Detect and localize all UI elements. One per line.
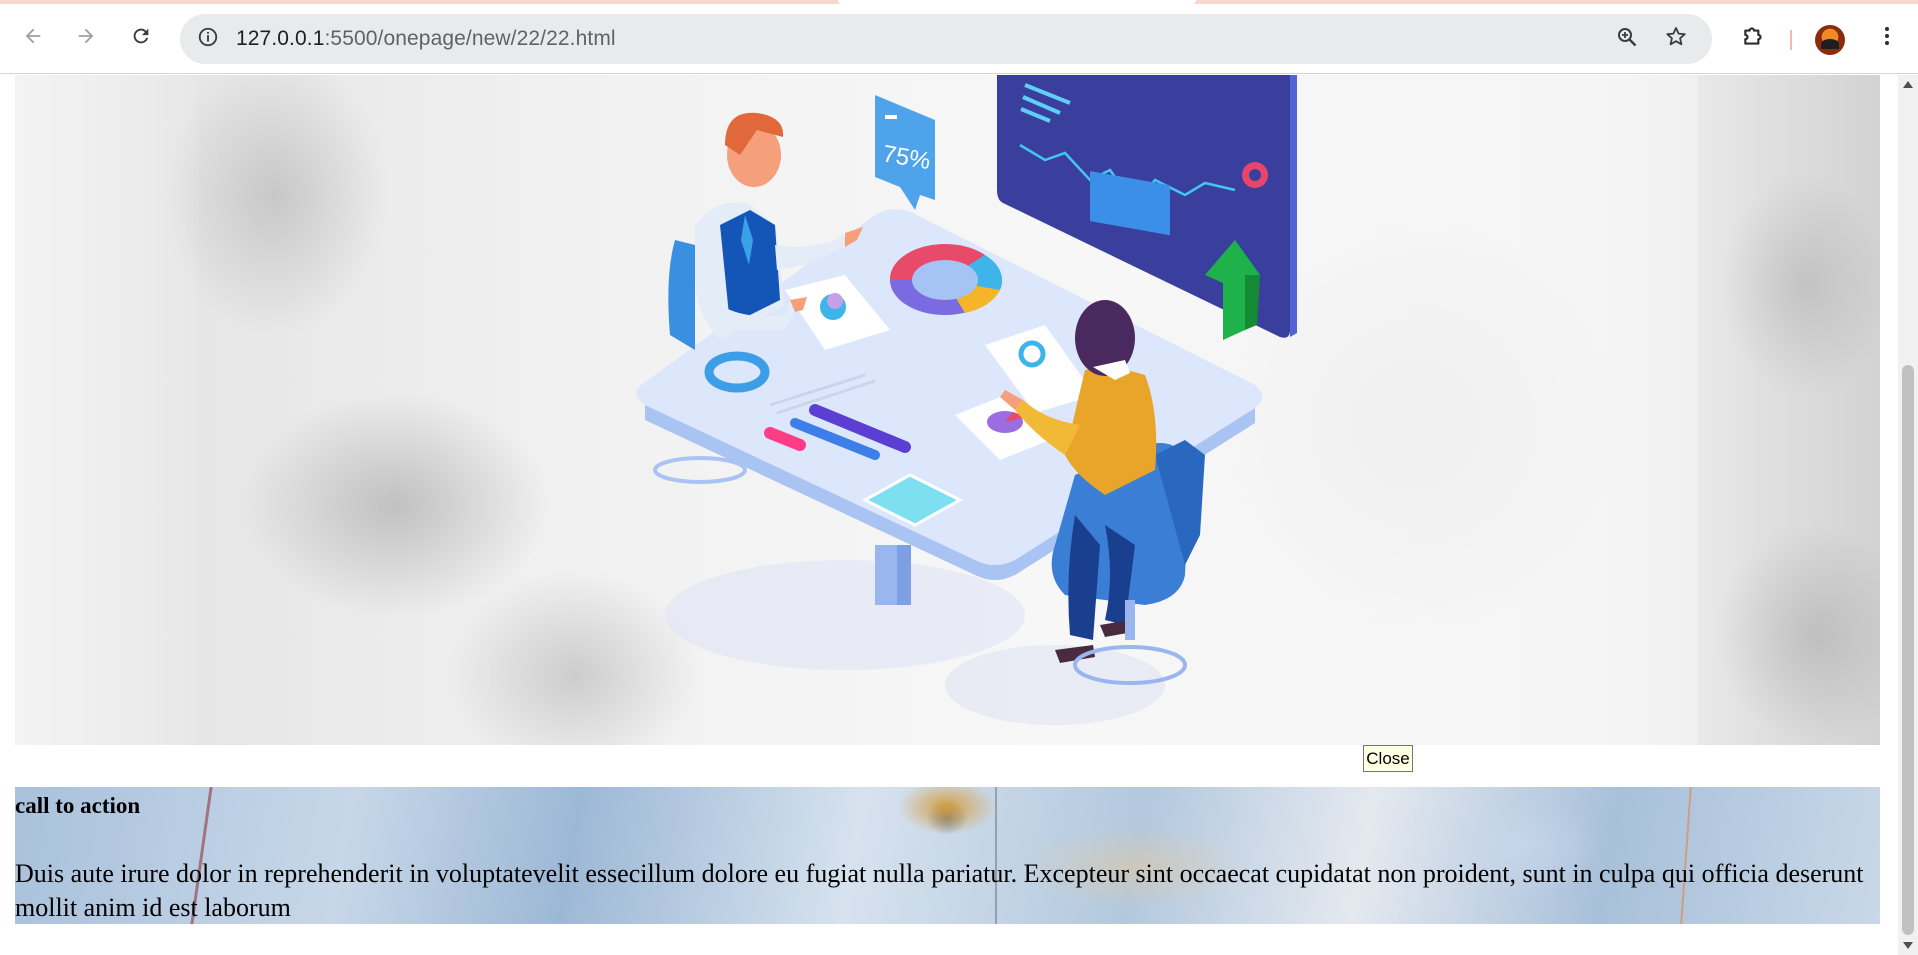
- url-host: 127.0.0.1: [236, 27, 325, 50]
- forward-button[interactable]: [68, 20, 104, 56]
- reload-button[interactable]: [123, 20, 159, 56]
- zoom-icon: [1615, 25, 1639, 54]
- arrow-right-icon: [75, 25, 97, 52]
- site-info-button[interactable]: [192, 23, 224, 55]
- zoom-button[interactable]: [1613, 25, 1641, 53]
- scroll-down-arrow-icon[interactable]: [1903, 942, 1913, 949]
- puzzle-icon: [1741, 23, 1767, 54]
- scroll-up-arrow-icon[interactable]: [1903, 81, 1913, 88]
- arrow-left-icon: [22, 25, 44, 52]
- percentage-chat-bubble: 75%: [875, 95, 935, 210]
- url-path: :5500/onepage/new/22/22.html: [324, 27, 616, 50]
- menu-button[interactable]: [1872, 23, 1902, 53]
- page-viewport: 75% Close call to action Duis aute irure…: [0, 75, 1898, 955]
- close-button[interactable]: Close: [1363, 745, 1413, 772]
- star-icon: [1664, 25, 1688, 54]
- bookmark-button[interactable]: [1662, 25, 1690, 53]
- info-icon: [197, 26, 219, 53]
- browser-toolbar: 127.0.0.1:5500/onepage/new/22/22.html: [0, 4, 1918, 74]
- url-text[interactable]: 127.0.0.1:5500/onepage/new/22/22.html: [236, 27, 616, 51]
- floor-shadow: [665, 560, 1025, 670]
- toolbar-divider: [1790, 30, 1792, 50]
- call-to-action-section: call to action Duis aute irure dolor in …: [15, 787, 1880, 924]
- extensions-button[interactable]: [1739, 23, 1769, 53]
- avatar[interactable]: [1815, 25, 1845, 55]
- chair-shadow: [945, 645, 1165, 725]
- hero-section: 75%: [15, 75, 1880, 745]
- business-meeting-illustration: 75%: [636, 75, 1297, 725]
- cta-paragraph: Duis aute irure dolor in reprehenderit i…: [15, 859, 1864, 922]
- page-scrollbar[interactable]: [1898, 75, 1918, 955]
- address-bar[interactable]: 127.0.0.1:5500/onepage/new/22/22.html: [180, 14, 1712, 64]
- back-button[interactable]: [15, 20, 51, 56]
- kebab-menu-icon: [1875, 24, 1899, 53]
- cta-title: call to action: [15, 793, 141, 818]
- reload-icon: [130, 25, 152, 52]
- scrollbar-thumb[interactable]: [1902, 365, 1914, 935]
